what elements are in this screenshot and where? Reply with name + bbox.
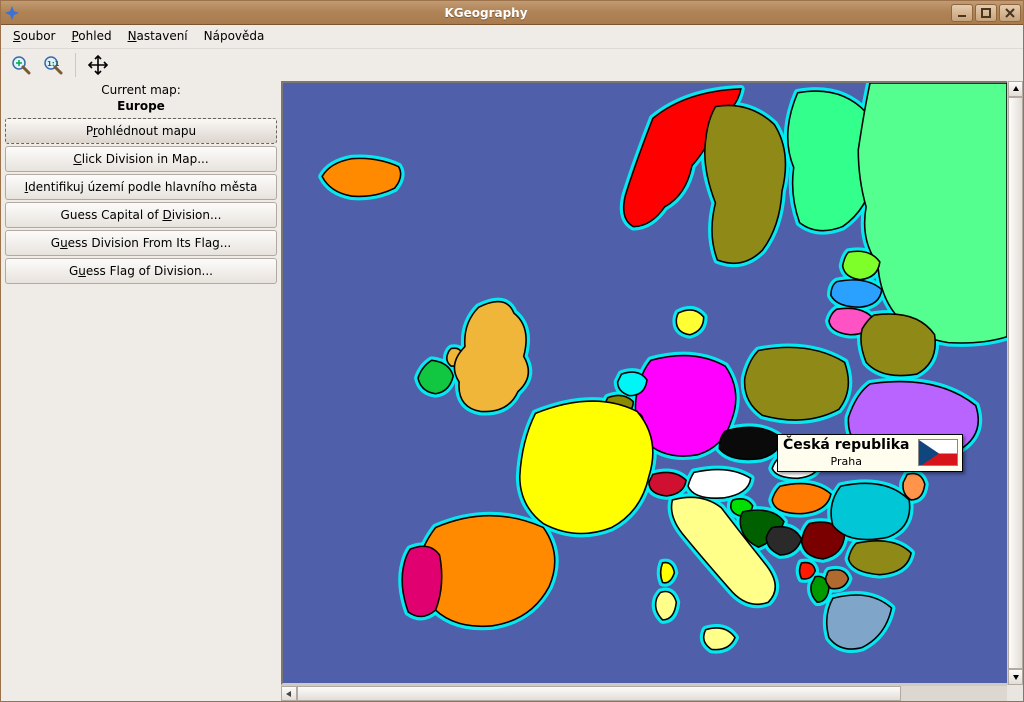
tooltip-capital-name: Praha bbox=[831, 455, 862, 469]
vertical-scroll-thumb[interactable] bbox=[1008, 97, 1023, 669]
vertical-scrollbar[interactable] bbox=[1007, 81, 1023, 685]
country-romania[interactable] bbox=[831, 483, 910, 539]
country-portugal[interactable] bbox=[402, 546, 442, 616]
toolbar-separator bbox=[75, 53, 76, 77]
tooltip-flag-icon bbox=[918, 439, 958, 466]
country-belarus[interactable] bbox=[861, 314, 935, 376]
scroll-up-button[interactable] bbox=[1008, 81, 1023, 97]
guess-capital-button[interactable]: Guess Capital of Division... bbox=[5, 202, 277, 228]
maximize-button[interactable] bbox=[975, 4, 997, 22]
window-title: KGeography bbox=[23, 6, 949, 20]
titlebar[interactable]: KGeography bbox=[1, 1, 1023, 25]
guess-flag-button[interactable]: Guess Flag of Division... bbox=[5, 258, 277, 284]
toolbar: 1:1 bbox=[1, 49, 1023, 81]
scrollbar-corner bbox=[1007, 685, 1023, 701]
minimize-button[interactable] bbox=[951, 4, 973, 22]
svg-text:1:1: 1:1 bbox=[47, 60, 60, 68]
zoom-reset-button[interactable]: 1:1 bbox=[39, 51, 67, 79]
browse-map-button[interactable]: Prohlédnout mapu bbox=[5, 118, 277, 144]
scroll-left-button[interactable] bbox=[281, 686, 297, 701]
map-viewport[interactable]: Česká republika Praha bbox=[281, 81, 1023, 685]
menu-file[interactable]: Soubor bbox=[5, 25, 63, 48]
country-latvia[interactable] bbox=[831, 280, 882, 307]
country-tooltip: Česká republika Praha bbox=[777, 434, 963, 472]
vertical-scroll-track[interactable] bbox=[1008, 97, 1023, 669]
sidebar: Current map: Europe Prohlédnout mapu Cli… bbox=[1, 81, 281, 701]
move-tool-button[interactable] bbox=[84, 51, 112, 79]
app-window: KGeography Soubor Pohled Nastavení Nápov… bbox=[0, 0, 1024, 702]
scroll-down-button[interactable] bbox=[1008, 669, 1023, 685]
content-area: Current map: Europe Prohlédnout mapu Cli… bbox=[1, 81, 1023, 701]
map-area: Česká republika Praha bbox=[281, 81, 1023, 701]
horizontal-scrollbar[interactable] bbox=[281, 685, 1023, 701]
horizontal-scroll-track[interactable] bbox=[297, 686, 1007, 701]
identify-by-capital-button[interactable]: Identifikuj území podle hlavního města bbox=[5, 174, 277, 200]
menu-settings[interactable]: Nastavení bbox=[120, 25, 196, 48]
close-button[interactable] bbox=[999, 4, 1021, 22]
tooltip-country-name: Česká republika bbox=[783, 437, 910, 455]
zoom-in-button[interactable] bbox=[7, 51, 35, 79]
current-map-label: Current map: bbox=[5, 81, 277, 99]
click-division-button[interactable]: Click Division in Map... bbox=[5, 146, 277, 172]
current-map-name: Europe bbox=[5, 99, 277, 117]
country-poland[interactable] bbox=[745, 347, 849, 420]
horizontal-scroll-thumb[interactable] bbox=[297, 686, 901, 701]
guess-division-from-flag-button[interactable]: Guess Division From Its Flag... bbox=[5, 230, 277, 256]
app-icon bbox=[1, 6, 23, 20]
country-czechrepublic[interactable] bbox=[719, 427, 780, 459]
europe-map[interactable] bbox=[283, 83, 1007, 673]
menu-help[interactable]: Nápověda bbox=[196, 25, 273, 48]
menubar: Soubor Pohled Nastavení Nápověda bbox=[1, 25, 1023, 49]
menu-view[interactable]: Pohled bbox=[63, 25, 119, 48]
